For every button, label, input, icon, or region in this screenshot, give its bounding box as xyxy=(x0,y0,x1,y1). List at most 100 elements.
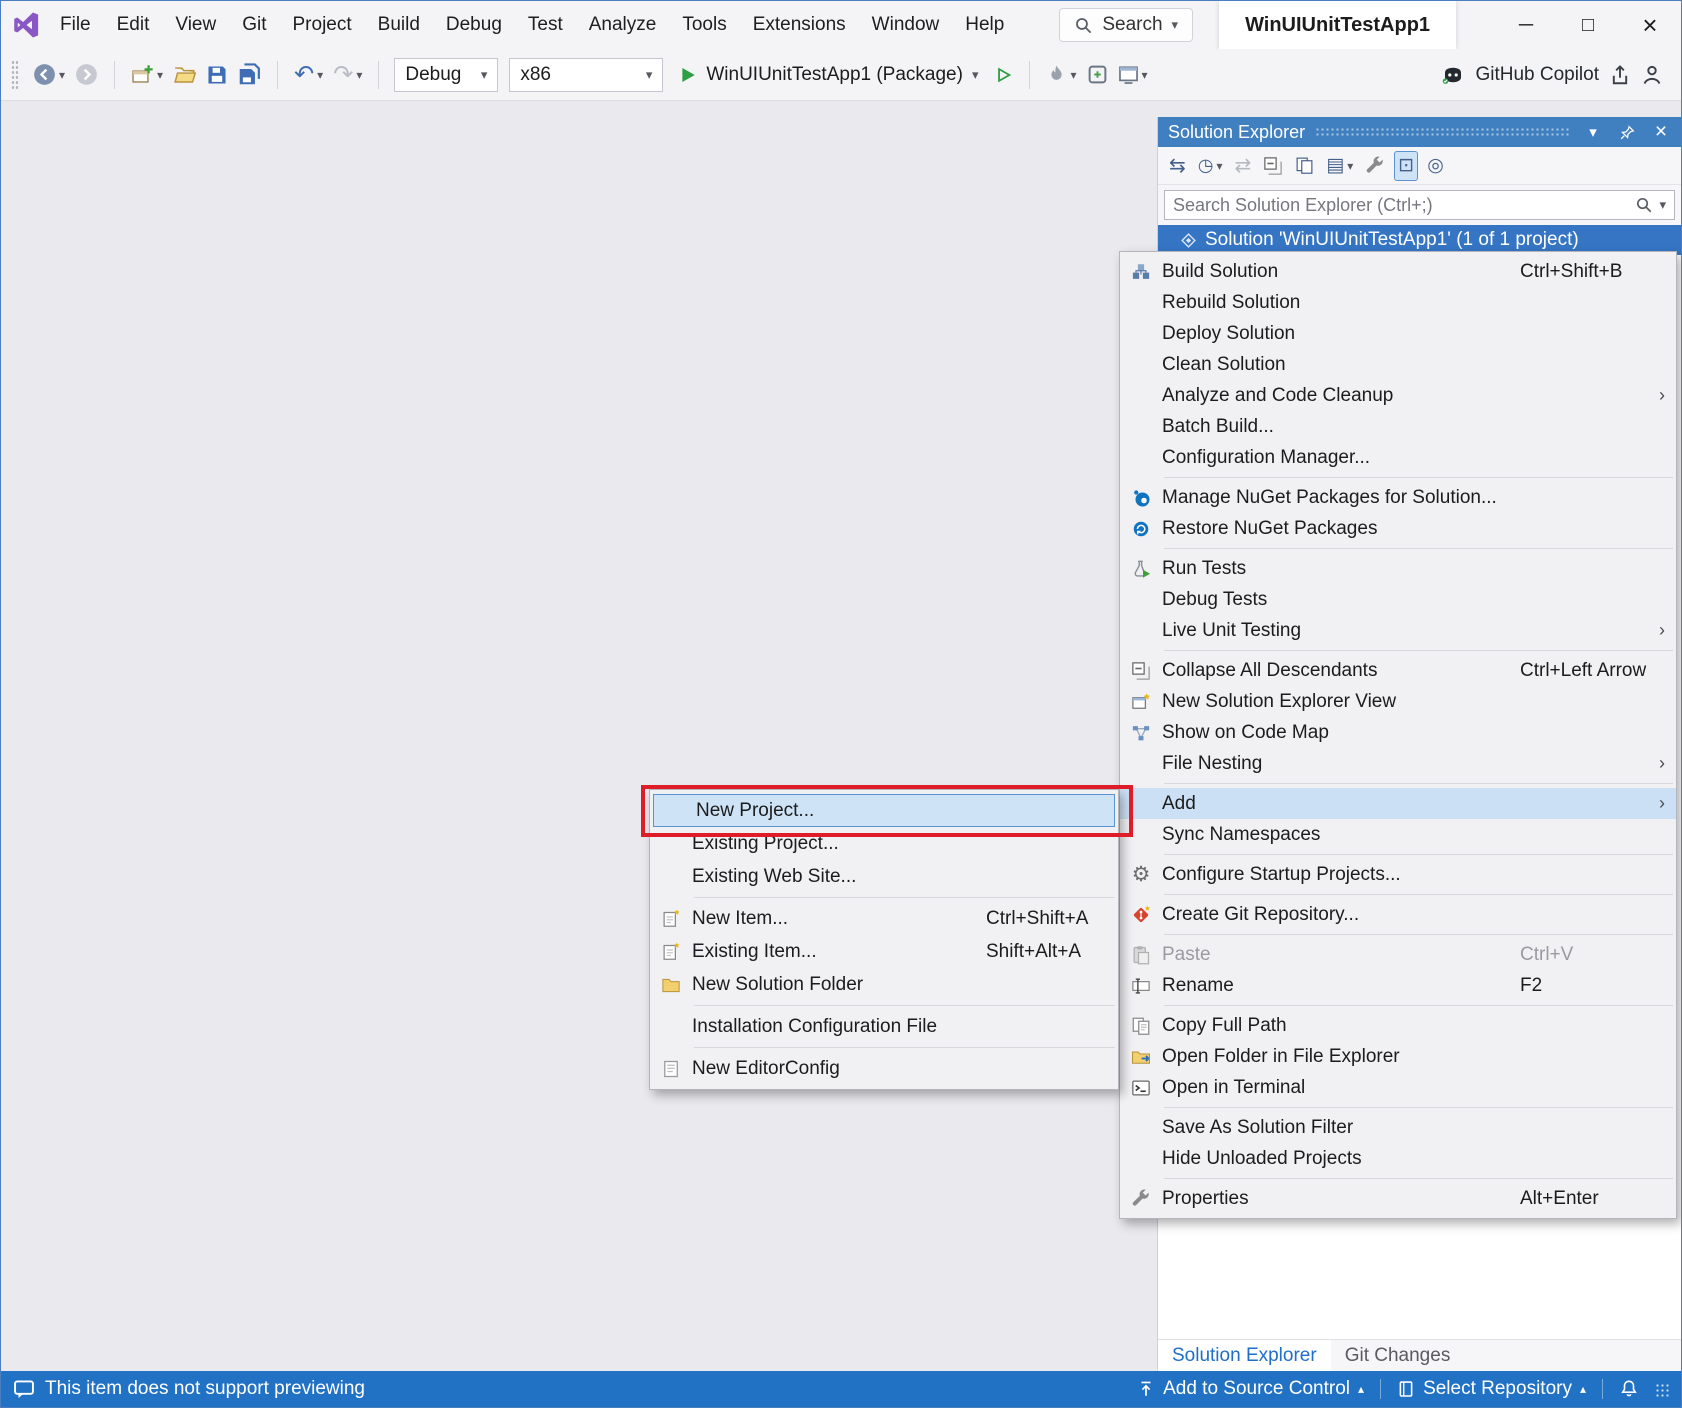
hot-reload-button[interactable]: ▾ xyxy=(1041,57,1081,93)
menu-item-file-nesting[interactable]: File Nesting› xyxy=(1120,748,1676,779)
menu-item-sync-namespaces[interactable]: Sync Namespaces xyxy=(1120,819,1676,850)
show-all-files-button[interactable]: ▤▾ xyxy=(1323,151,1356,181)
forward-button[interactable] xyxy=(70,57,103,93)
resize-grip[interactable] xyxy=(1655,1383,1669,1397)
solution-search[interactable]: ▾ xyxy=(1164,190,1675,220)
menubar-item-test[interactable]: Test xyxy=(515,1,576,49)
configuration-dropdown[interactable]: Debug ▾ xyxy=(394,58,498,92)
menu-item-collapse-all-descendants[interactable]: Collapse All DescendantsCtrl+Left Arrow xyxy=(1120,655,1676,686)
web-browser-button[interactable]: ▾ xyxy=(1113,57,1153,93)
maximize-button[interactable]: □ xyxy=(1557,1,1619,49)
menu-item-existing-web-site[interactable]: Existing Web Site... xyxy=(650,860,1118,893)
menubar-item-debug[interactable]: Debug xyxy=(433,1,515,49)
menu-item-installation-configuration-file[interactable]: Installation Configuration File xyxy=(650,1010,1118,1043)
menu-item-properties[interactable]: PropertiesAlt+Enter xyxy=(1120,1183,1676,1214)
menu-item-copy-full-path[interactable]: Copy Full Path xyxy=(1120,1010,1676,1041)
undo-button[interactable]: ↶▾ xyxy=(289,57,328,93)
save-all-button[interactable] xyxy=(233,57,266,93)
open-folder-button[interactable] xyxy=(168,57,201,93)
menu-item-add[interactable]: Add› xyxy=(1120,788,1676,819)
menu-item-create-git-repository[interactable]: Create Git Repository... xyxy=(1120,899,1676,930)
minimize-button[interactable]: ─ xyxy=(1495,1,1557,49)
tab-solution-explorer[interactable]: Solution Explorer xyxy=(1158,1340,1331,1371)
new-project-button[interactable]: ▾ xyxy=(126,57,168,93)
menu-item-rebuild-solution[interactable]: Rebuild Solution xyxy=(1120,287,1676,318)
share-icon[interactable] xyxy=(1609,64,1631,86)
menu-item-new-item[interactable]: New Item...Ctrl+Shift+A xyxy=(650,902,1118,935)
menu-item-show-on-code-map[interactable]: Show on Code Map xyxy=(1120,717,1676,748)
collapse-all-button[interactable] xyxy=(1260,151,1286,181)
close-icon[interactable]: × xyxy=(1649,120,1673,144)
menubar-item-extensions[interactable]: Extensions xyxy=(740,1,859,49)
menu-item-clean-solution[interactable]: Clean Solution xyxy=(1120,349,1676,380)
save-button[interactable] xyxy=(201,57,233,93)
sync-with-active-document-button[interactable]: ⇄ xyxy=(1232,151,1255,181)
menu-item-open-in-terminal[interactable]: Open in Terminal xyxy=(1120,1072,1676,1103)
select-repository-button[interactable]: Select Repository ▴ xyxy=(1397,1378,1586,1400)
solution-explorer-titlebar[interactable]: Solution Explorer ▾ × xyxy=(1158,117,1681,147)
menu-item-configure-startup-projects[interactable]: ⚙Configure Startup Projects... xyxy=(1120,859,1676,890)
menu-item-label: File Nesting xyxy=(1162,753,1520,775)
menu-item-new-editorconfig[interactable]: New EditorConfig xyxy=(650,1052,1118,1085)
switch-views-button[interactable]: ⇆ xyxy=(1166,151,1189,181)
preview-selected-button[interactable]: ⊡ xyxy=(1394,151,1418,181)
menu-item-restore-nuget-packages[interactable]: Restore NuGet Packages xyxy=(1120,513,1676,544)
menu-item-batch-build[interactable]: Batch Build... xyxy=(1120,411,1676,442)
start-without-debugging-button[interactable] xyxy=(990,57,1018,93)
menu-item-configuration-manager[interactable]: Configuration Manager... xyxy=(1120,442,1676,473)
menu-item-label: Existing Item... xyxy=(692,941,986,963)
menu-item-new-solution-explorer-view[interactable]: New Solution Explorer View xyxy=(1120,686,1676,717)
menu-item-rename[interactable]: RenameF2 xyxy=(1120,970,1676,1001)
toolbar-grip[interactable] xyxy=(11,60,19,90)
menubar-item-view[interactable]: View xyxy=(162,1,229,49)
back-button[interactable]: ▾ xyxy=(28,57,70,93)
window-title: WinUIUnitTestApp1 xyxy=(1219,1,1456,49)
menu-item-open-folder-in-file-explorer[interactable]: Open Folder in File Explorer xyxy=(1120,1041,1676,1072)
menu-item-label: Restore NuGet Packages xyxy=(1162,518,1520,540)
menu-item-existing-item[interactable]: Existing Item...Shift+Alt+A xyxy=(650,935,1118,968)
feedback-icon[interactable] xyxy=(1641,64,1663,86)
menubar-item-tools[interactable]: Tools xyxy=(669,1,739,49)
menu-item-label: Existing Web Site... xyxy=(692,866,986,888)
pending-changes-filter-button[interactable]: ◷▾ xyxy=(1195,151,1226,181)
toolbar-separator xyxy=(114,61,115,89)
window-position-icon[interactable]: ▾ xyxy=(1581,123,1605,141)
search-box[interactable]: Search ▾ xyxy=(1059,8,1193,42)
menubar-item-help[interactable]: Help xyxy=(952,1,1017,49)
wrench-icon xyxy=(1120,1189,1162,1209)
menu-item-build-solution[interactable]: Build SolutionCtrl+Shift+B xyxy=(1120,256,1676,287)
pin-icon[interactable] xyxy=(1615,124,1639,141)
menubar-item-edit[interactable]: Edit xyxy=(104,1,163,49)
menubar-item-file[interactable]: File xyxy=(47,1,104,49)
toolbar-separator xyxy=(378,61,379,89)
menu-item-analyze-and-code-cleanup[interactable]: Analyze and Code Cleanup› xyxy=(1120,380,1676,411)
menubar-item-build[interactable]: Build xyxy=(365,1,433,49)
menubar-item-analyze[interactable]: Analyze xyxy=(576,1,670,49)
close-button[interactable]: × xyxy=(1619,1,1681,49)
properties-button[interactable] xyxy=(1362,151,1388,181)
menu-item-save-as-solution-filter[interactable]: Save As Solution Filter xyxy=(1120,1112,1676,1143)
redo-button[interactable]: ↷▾ xyxy=(328,57,367,93)
platform-dropdown[interactable]: x86 ▾ xyxy=(509,58,663,92)
menu-item-new-solution-folder[interactable]: New Solution Folder xyxy=(650,968,1118,1001)
menu-item-live-unit-testing[interactable]: Live Unit Testing› xyxy=(1120,615,1676,646)
menu-item-deploy-solution[interactable]: Deploy Solution xyxy=(1120,318,1676,349)
github-copilot-icon[interactable] xyxy=(1441,63,1465,87)
menu-item-hide-unloaded-projects[interactable]: Hide Unloaded Projects xyxy=(1120,1143,1676,1174)
menu-item-paste[interactable]: PasteCtrl+V xyxy=(1120,939,1676,970)
solution-search-input[interactable] xyxy=(1173,195,1629,216)
menubar-item-project[interactable]: Project xyxy=(280,1,365,49)
attach-to-process-button[interactable] xyxy=(1082,57,1113,93)
menu-item-debug-tests[interactable]: Debug Tests xyxy=(1120,584,1676,615)
properties-pages-button[interactable] xyxy=(1292,151,1317,181)
track-active-item-button[interactable]: ◎ xyxy=(1424,151,1447,181)
menu-item-manage-nuget-packages-for-solution[interactable]: Manage NuGet Packages for Solution... xyxy=(1120,482,1676,513)
github-copilot-label[interactable]: GitHub Copilot xyxy=(1475,64,1599,86)
add-to-source-control-button[interactable]: Add to Source Control ▴ xyxy=(1137,1378,1364,1400)
menubar-item-git[interactable]: Git xyxy=(229,1,279,49)
menubar-item-window[interactable]: Window xyxy=(859,1,953,49)
notifications-bell-icon[interactable] xyxy=(1619,1379,1639,1399)
tab-git-changes[interactable]: Git Changes xyxy=(1331,1340,1465,1371)
start-debugging-button[interactable]: WinUIUnitTestApp1 (Package) ▾ xyxy=(670,57,987,93)
menu-item-run-tests[interactable]: Run Tests xyxy=(1120,553,1676,584)
